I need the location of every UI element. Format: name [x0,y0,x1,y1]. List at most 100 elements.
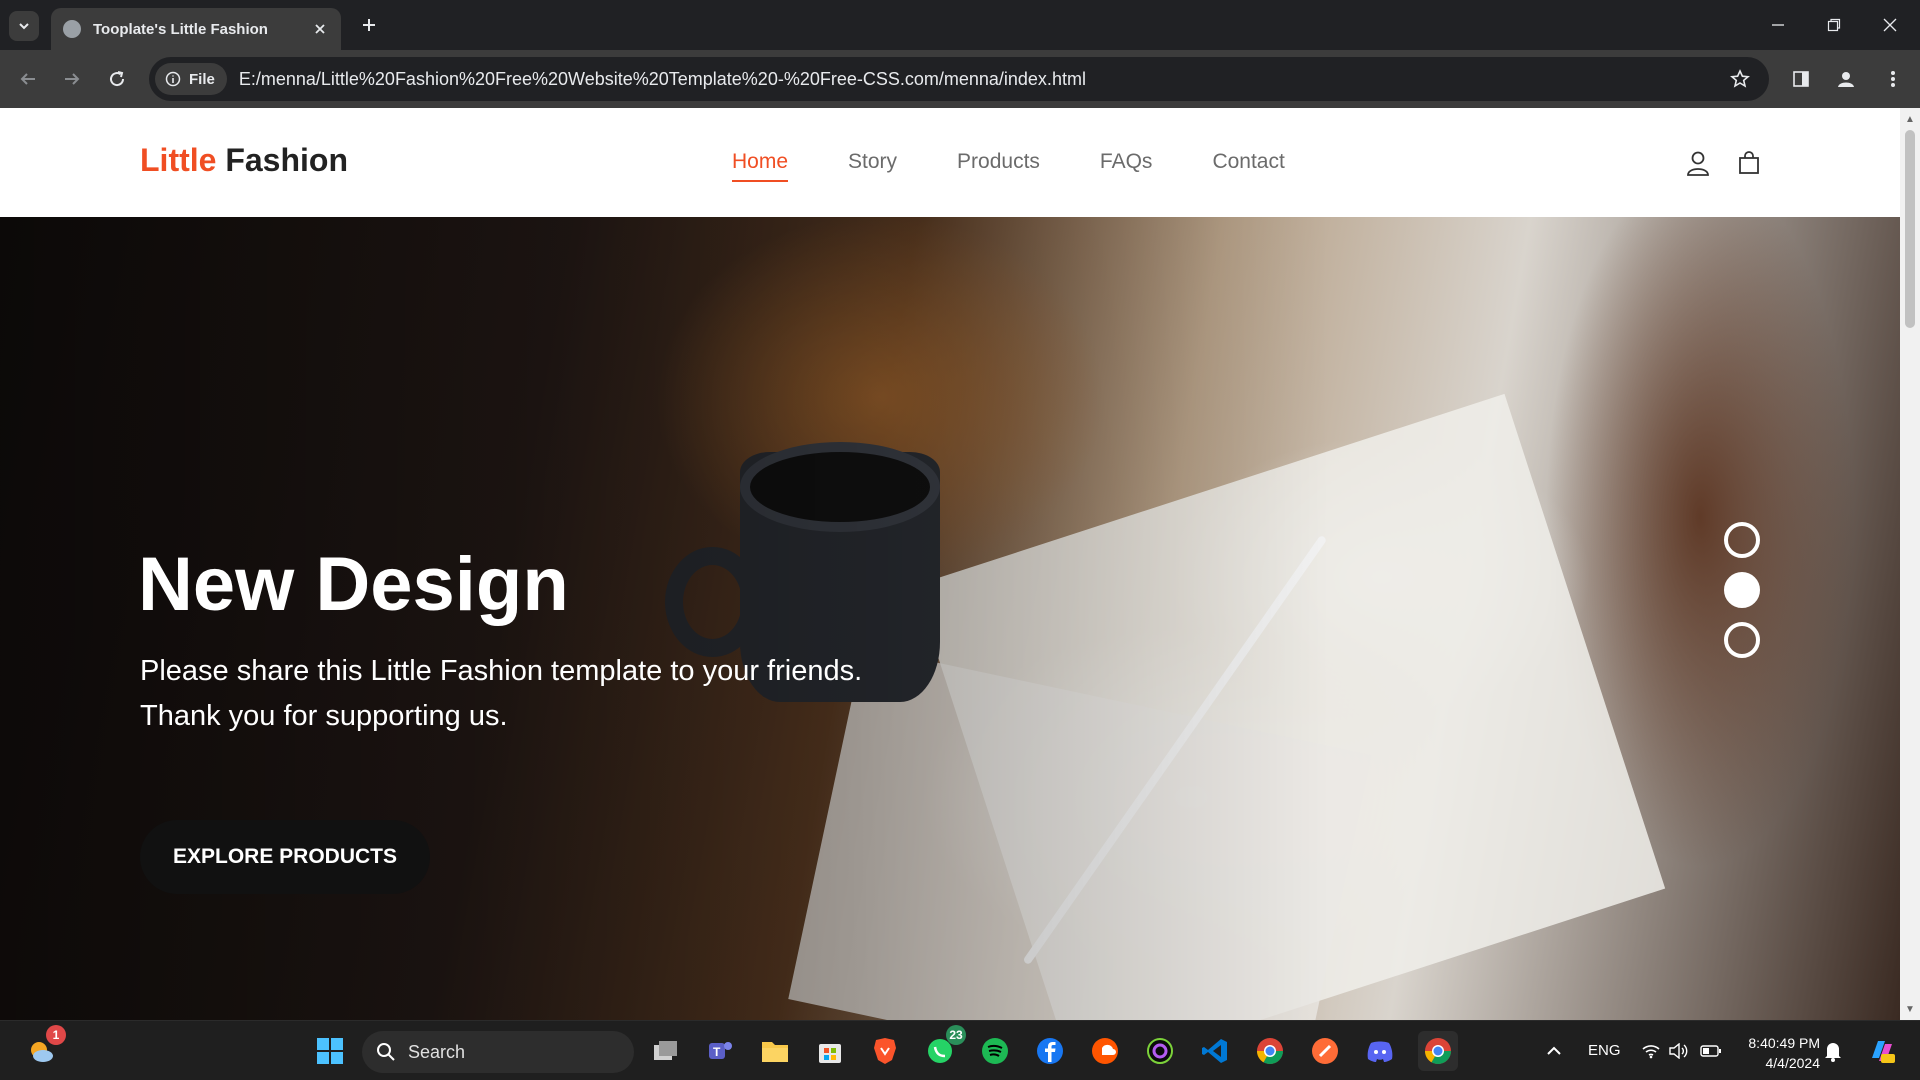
notifications-button[interactable] [1818,1031,1848,1071]
facebook-app[interactable] [1030,1031,1070,1071]
store-app[interactable] [810,1031,850,1071]
teams-icon: T [709,1042,732,1059]
folder-icon [762,1042,788,1062]
screen-recorder-app[interactable] [1140,1031,1180,1071]
close-icon [315,24,325,34]
nav-home[interactable]: Home [732,150,789,182]
carousel-dot-3[interactable] [1724,622,1760,658]
teams-app[interactable]: T [700,1031,740,1071]
windows-icon [317,1038,343,1064]
svg-text:T: T [713,1045,721,1059]
nav-contact[interactable]: Contact [1212,150,1284,182]
minimize-icon [1772,24,1784,26]
brand-accent: Little [140,142,217,178]
browser-menu-button[interactable] [1876,62,1910,96]
user-icon [1687,151,1709,176]
chrome-app-1[interactable] [1250,1031,1290,1071]
soundcloud-app[interactable] [1085,1031,1125,1071]
restore-button[interactable] [1806,0,1862,50]
explore-products-button[interactable]: EXPLORE PRODUCTS [140,820,430,894]
page-scrollbar[interactable]: ▲ ▼ [1900,108,1920,1020]
globe-icon [63,20,81,38]
browser-tab-active[interactable]: Tooplate's Little Fashion [51,8,341,50]
star-icon [1730,69,1750,88]
account-button[interactable] [1683,148,1713,178]
taskbar-search-label: Search [408,1041,466,1062]
spotify-app[interactable] [975,1031,1015,1071]
whatsapp-app[interactable]: 23 [920,1025,966,1071]
copilot-button[interactable] [1862,1031,1902,1071]
scroll-thumb[interactable] [1905,130,1915,328]
chrome-app-2-active[interactable] [1418,1031,1458,1071]
weather-widget[interactable]: 1 [20,1025,66,1071]
taskbar-search[interactable]: Search [362,1031,634,1073]
new-tab-button[interactable] [352,10,386,40]
forward-button[interactable] [55,62,89,96]
spotify-icon [982,1038,1008,1064]
task-view-button[interactable] [646,1031,686,1071]
hero-subtitle-line2: Thank you for supporting us. [140,700,508,732]
tab-bar: Tooplate's Little Fashion [0,0,1920,50]
nav-faqs[interactable]: FAQs [1100,150,1153,182]
battery-icon [1700,1045,1721,1057]
reload-button[interactable] [100,62,134,96]
wifi-icon [1642,1045,1660,1059]
scroll-up-arrow[interactable]: ▲ [1900,110,1920,128]
nav-products[interactable]: Products [957,150,1040,182]
facebook-icon [1037,1038,1063,1064]
more-vertical-icon [1891,71,1895,87]
close-window-button[interactable] [1862,0,1918,50]
arrow-left-icon [20,73,35,85]
notification-badge: 1 [46,1025,66,1045]
profile-button[interactable] [1829,62,1863,96]
wifi-status[interactable] [1636,1031,1666,1071]
system-clock[interactable]: 8:40:49 PM 4/4/2024 [1740,1033,1820,1073]
side-panel-button[interactable] [1784,62,1818,96]
brave-app[interactable] [865,1031,905,1071]
brand-logo[interactable]: Little Fashion [140,142,348,179]
tab-close-button[interactable] [305,14,335,44]
soundcloud-icon [1092,1038,1118,1064]
address-bar[interactable]: File E:/menna/Little%20Fashion%20Free%20… [149,57,1769,101]
clock-time: 8:40:49 PM [1748,1035,1820,1051]
hero-subtitle: Please share this Little Fashion templat… [140,649,960,739]
bookmark-button[interactable] [1725,64,1755,94]
url-text[interactable]: E:/menna/Little%20Fashion%20Free%20Websi… [239,69,1086,90]
discord-app[interactable] [1360,1031,1400,1071]
hero-carousel: New Design Please share this Little Fash… [0,217,1900,1020]
postman-app[interactable] [1305,1031,1345,1071]
scroll-down-arrow[interactable]: ▼ [1900,1000,1920,1018]
file-explorer-app[interactable] [755,1031,795,1071]
nav-story[interactable]: Story [848,150,897,182]
volume-status[interactable] [1664,1031,1694,1071]
cart-button[interactable] [1734,148,1764,178]
start-button[interactable] [310,1031,350,1071]
clock-date: 4/4/2024 [1765,1055,1821,1071]
chevron-up-icon [1547,1046,1561,1055]
carousel-dot-1[interactable] [1724,522,1760,558]
site-info-chip[interactable]: File [155,63,227,95]
show-hidden-icons-button[interactable] [1536,1031,1572,1071]
chrome-icon [1424,1038,1452,1065]
vscode-icon [1202,1039,1227,1063]
plus-icon [363,19,375,31]
battery-status[interactable] [1696,1031,1726,1071]
back-button[interactable] [11,62,45,96]
brave-icon [874,1038,896,1064]
tab-title: Tooplate's Little Fashion [93,20,268,38]
web-page: Little Fashion Home Story Products FAQs … [0,108,1920,1020]
whatsapp-badge: 23 [946,1025,966,1045]
bell-snooze-icon [1825,1043,1841,1062]
vscode-app[interactable] [1195,1031,1235,1071]
carousel-dot-2[interactable] [1724,572,1760,608]
search-icon [377,1043,395,1061]
info-icon [165,71,181,87]
discord-icon [1367,1041,1393,1062]
minimize-button[interactable] [1750,0,1806,50]
restore-icon [1827,18,1841,32]
chevron-down-icon [19,23,29,30]
tab-search-button[interactable] [9,11,39,41]
browser-toolbar: File E:/menna/Little%20Fashion%20Free%20… [0,50,1920,108]
store-icon [819,1044,841,1063]
language-indicator[interactable]: ENG [1588,1042,1621,1059]
